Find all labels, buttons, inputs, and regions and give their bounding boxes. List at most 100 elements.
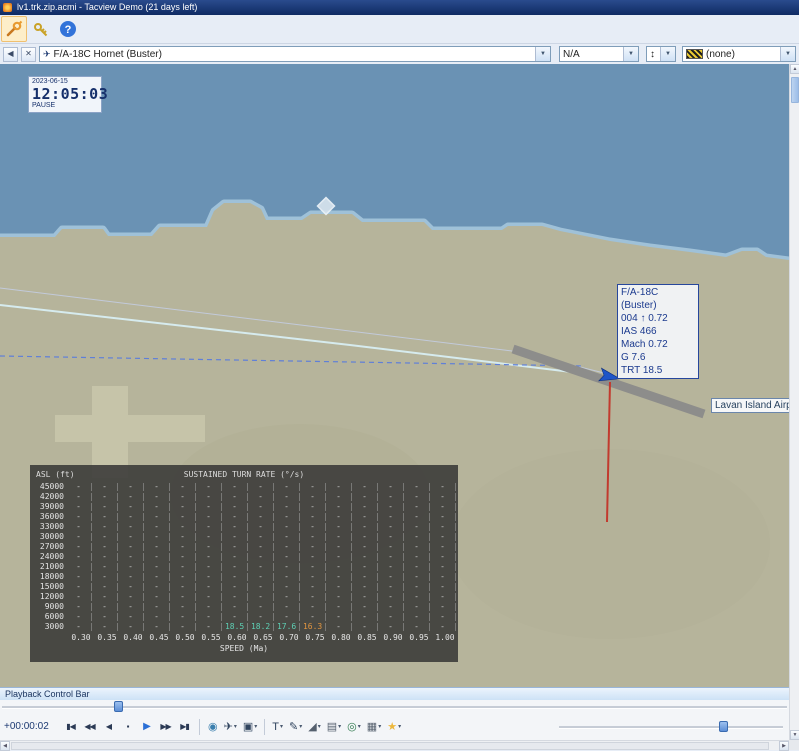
airfield-cross-horizontal (55, 415, 205, 442)
turn-rate-cell: - | (310, 602, 328, 611)
skip-to-start-button[interactable]: ▮◀ (61, 719, 80, 735)
airport-label[interactable]: Lavan Island Airport (711, 398, 789, 413)
altitude-tick: 39000 (39, 502, 64, 511)
dropdown-arrow-icon: ▾ (378, 724, 382, 730)
turn-rate-chart-rows: 45000- | - | - | - | - | - | - | - | - | - | - | - | - | - | - | 42000… (30, 482, 458, 632)
turn-rate-cell: - | (232, 602, 250, 611)
aircraft-data-line: TRT 18.5 (621, 365, 663, 376)
turn-rate-cell: - | (206, 522, 224, 531)
playback-bar-title[interactable]: Playback Control Bar (0, 687, 789, 700)
turn-rate-cell: - | (154, 552, 172, 561)
fast-forward-button[interactable]: ▶▶ (156, 719, 175, 735)
skip-to-end-button[interactable]: ▶▮ (175, 719, 194, 735)
window-titlebar[interactable]: lv1.trk.zip.acmi - Tacview Demo (21 days… (0, 0, 799, 15)
stop-button[interactable]: ▪ (118, 719, 137, 735)
chevron-down-icon[interactable]: ▼ (623, 47, 638, 61)
map-viewport[interactable]: 2023-06-15 12:05:03 PAUSE F/A-18C (Buste… (0, 64, 789, 687)
turn-rate-cell: - | (388, 562, 406, 571)
turn-rate-cell: - | (206, 592, 224, 601)
tools-button[interactable] (1, 16, 27, 42)
vertical-scrollbar[interactable]: ▲ ▼ (789, 64, 799, 740)
horizontal-scroll-thumb[interactable] (11, 742, 769, 750)
playback-bar-body: +00:00:02 ▮◀ ◀◀ ◀ ▪ ▶ ▶▶ ▶▮ ◉ ✈ ▾ ▣ ▾ T ▾ ✎ ▾ ◢ ▾ ▤ ▾ ◎ ▾ ▦ ▾ ★… (0, 700, 789, 740)
altitude-tick: 24000 (39, 552, 64, 561)
play-backward-button[interactable]: ◀ (99, 719, 118, 735)
altitude-tick: 27000 (39, 542, 64, 551)
timeline-thumb[interactable] (114, 701, 123, 712)
chevron-down-icon[interactable]: ▼ (660, 47, 675, 61)
altitude-tick: 9000 (44, 602, 64, 611)
playback-time[interactable]: +00:00:02 (4, 721, 60, 732)
turn-rate-cell: - | (414, 582, 432, 591)
turn-rate-cell: - | (284, 522, 302, 531)
dropdown-arrow-icon: ▾ (280, 724, 284, 730)
chart-x-axis-label: SPEED (Ma) (219, 644, 269, 653)
favorites-button[interactable]: ★ ▾ (384, 718, 404, 736)
turn-rate-cell: - | (258, 482, 276, 491)
chevron-down-icon[interactable]: ▼ (535, 47, 550, 61)
display-mode-combo[interactable]: ↕ ▼ (646, 46, 676, 62)
aircraft-icon: ✈ (43, 48, 51, 59)
grid-tool-button[interactable]: ▦ ▾ (364, 718, 384, 736)
aircraft-data-line: G 7.6 (621, 352, 646, 363)
license-key-button[interactable] (28, 16, 54, 42)
telemetry-combo[interactable]: (none) ▼ (682, 46, 796, 62)
turn-rate-cell: - | (388, 592, 406, 601)
pencil-tool-button[interactable]: ✎ ▾ (286, 718, 305, 736)
turn-rate-cell: - | (258, 562, 276, 571)
speed-slider[interactable] (557, 720, 785, 733)
turn-rate-cell: - | (180, 512, 198, 521)
turn-rate-cell: - | (414, 562, 432, 571)
primary-object-combo[interactable]: ✈ F/A-18C Hornet (Buster) ▼ (39, 46, 551, 62)
speed-tick: 0.50 (175, 633, 195, 642)
world-view-button[interactable]: ◉ (205, 718, 221, 736)
turn-rate-row: 39000 - | - | - | - | - | - | - | - | - | - | - | - | - | - | - | (30, 502, 458, 512)
turn-rate-cell: - | (258, 512, 276, 521)
timeline-slider[interactable] (0, 700, 789, 713)
close-pane-button[interactable]: ✕ (21, 46, 36, 62)
shapes-tool-button[interactable]: ◢ ▾ (305, 718, 323, 736)
scroll-down-icon[interactable]: ▼ (790, 730, 799, 740)
turn-rate-row: 42000 - | - | - | - | - | - | - | - | - | - | - | - | - | - | - | (30, 492, 458, 502)
secondary-object-combo[interactable]: N/A ▼ (559, 46, 639, 62)
altitude-tick: 36000 (39, 512, 64, 521)
play-button[interactable]: ▶ (137, 719, 156, 735)
turn-rate-cell: - | (180, 582, 198, 591)
turn-rate-cell: - | (128, 582, 146, 591)
help-button[interactable]: ? (55, 16, 81, 42)
dropdown-arrow-icon: ▾ (233, 724, 237, 730)
speed-tick: 0.90 (383, 633, 403, 642)
vertical-scroll-thumb[interactable] (791, 77, 799, 103)
turn-rate-cell: - | (154, 622, 172, 631)
object-selection-bar: ◀ ✕ ✈ F/A-18C Hornet (Buster) ▼ N/A ▼ ↕ … (0, 44, 799, 64)
aircraft-data-label[interactable]: F/A-18C (Buster) 004 ↑ 0.72 IAS 466 Mach 0… (617, 284, 699, 379)
horizontal-scrollbar[interactable]: ◀ ▶ (0, 740, 789, 751)
speed-tick: 0.70 (279, 633, 299, 642)
turn-rate-cell: - | (414, 542, 432, 551)
scroll-up-icon[interactable]: ▲ (790, 64, 799, 74)
fast-rewind-button[interactable]: ◀◀ (80, 719, 99, 735)
dock-pane-button[interactable]: ◀ (3, 46, 18, 62)
turn-rate-cell: - | (284, 562, 302, 571)
aircraft-view-button[interactable]: ✈ ▾ (221, 718, 240, 736)
turn-rate-cell: - | (258, 542, 276, 551)
turn-rate-cell: - | (414, 612, 432, 621)
turn-rate-cell: - | (180, 522, 198, 531)
turn-rate-cell: - | (336, 482, 354, 491)
mission-clock: 2023-06-15 12:05:03 PAUSE (28, 76, 108, 113)
camera-view-button[interactable]: ▣ ▾ (240, 718, 260, 736)
turn-rate-cell: - | (362, 572, 380, 581)
text-tool-button[interactable]: T ▾ (269, 718, 286, 736)
scrollbar-corner (789, 740, 799, 750)
speed-slider-thumb[interactable] (719, 721, 728, 732)
speed-slider-track[interactable] (559, 726, 783, 729)
favorites-icon: ★ (387, 720, 398, 733)
turn-rate-row: 18000 - | - | - | - | - | - | - | - | - | - | - | - | - | - | - | (30, 572, 458, 582)
turn-rate-cell: - | (414, 552, 432, 561)
turn-rate-cell: - | (258, 582, 276, 591)
turn-rate-cell: - | (206, 502, 224, 511)
telemetry-tool-button[interactable]: ◎ ▾ (344, 718, 364, 736)
turn-rate-cell: - | (76, 602, 94, 611)
layers-tool-button[interactable]: ▤ ▾ (324, 718, 344, 736)
chevron-down-icon[interactable]: ▼ (780, 47, 795, 61)
